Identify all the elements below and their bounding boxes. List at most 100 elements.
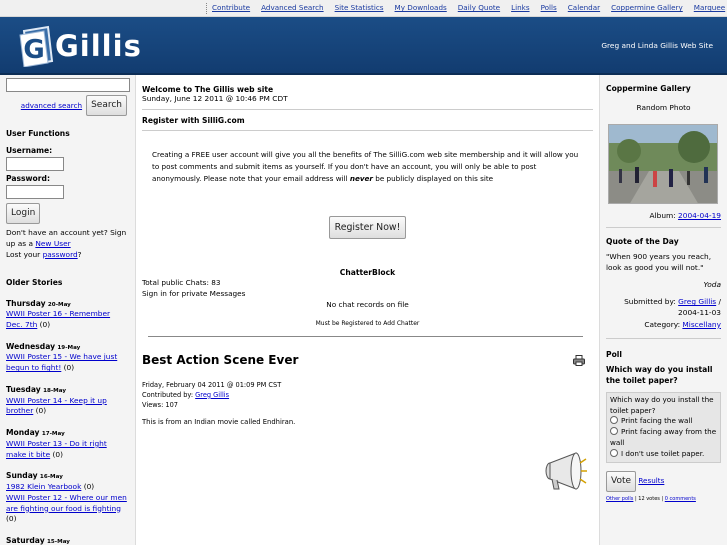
advanced-search-link[interactable]: advanced search (21, 101, 82, 111)
quote-submitted: Submitted by: Greg Gillis / 2004-11-03 (606, 296, 721, 318)
poll-votes: | 12 votes | (633, 496, 665, 503)
list-item: WWII Poster 13 - Do it right make it bit… (6, 439, 129, 460)
list-item: WWII Poster 16 - Remember Dec. 7th (0) (6, 309, 129, 330)
day-date: 17-May (41, 431, 65, 438)
story-link[interactable]: WWII Poster 15 - We have just begun to f… (6, 352, 117, 372)
comment-count: (0) (6, 514, 17, 524)
day-name: Tuesday (6, 384, 41, 394)
day-date: 20-May (47, 301, 71, 308)
nav-calendar[interactable]: Calendar (568, 3, 600, 12)
poll-comments-link[interactable]: 0 comments (665, 496, 696, 502)
vote-button[interactable]: Vote (606, 470, 637, 493)
poll-option[interactable]: Print facing away from the wall (610, 427, 717, 449)
welcome-date: Sunday, June 12 2011 @ 10:46 PM CDT (142, 94, 288, 103)
nav-daily-quote[interactable]: Daily Quote (458, 3, 500, 12)
chatterblock: ChatterBlock Total public Chats: 83 Sign… (142, 267, 593, 337)
username-label: Username: (6, 146, 53, 156)
album-link[interactable]: 2004-04-19 (678, 211, 721, 220)
day-date: 15-May (47, 539, 70, 546)
poll-footer: Other polls | 12 votes | 0 comments (606, 496, 721, 504)
older-stories-list: Thursday 20-May WWII Poster 16 - Remember… (6, 298, 129, 547)
quote-category: Category: Miscellany (606, 319, 721, 330)
poll-option[interactable]: I don't use toilet paper. (610, 448, 717, 460)
user-functions-title: User Functions (6, 129, 70, 139)
lost-password-text: Lost your (6, 249, 43, 259)
nav-my-downloads[interactable]: My Downloads (395, 3, 447, 12)
older-stories-day: Thursday 20-May WWII Poster 16 - Remember… (6, 298, 129, 331)
poll-box: Which way do you install the toilet pape… (606, 391, 721, 463)
poll-option-label: Print facing the wall (621, 416, 693, 426)
lost-password-suffix: ? (77, 249, 82, 259)
poll-option-label: Print facing away from the wall (610, 427, 717, 448)
comment-count: (0) (83, 482, 95, 492)
day-name: Sunday (6, 471, 38, 481)
top-nav-bar: Contribute Advanced Search Site Statisti… (0, 0, 727, 17)
main-content: Welcome to The Gillis web site Sunday, J… (136, 75, 599, 545)
comment-count: (0) (52, 449, 63, 459)
register-text-emphasis: never (349, 173, 373, 183)
story-date: Friday, February 04 2011 @ 01:09 PM CST (142, 380, 282, 389)
nav-separator (206, 3, 207, 14)
category-label: Category: (644, 319, 683, 329)
comment-count: (0) (35, 406, 47, 416)
chat-signin: Sign in for private Messages (142, 288, 246, 298)
comment-count: (0) (63, 363, 75, 373)
day-date: 16-May (39, 474, 63, 481)
submitted-label: Submitted by: (624, 297, 679, 307)
username-field[interactable] (6, 157, 64, 172)
day-date: 19-May (57, 344, 81, 351)
search-input[interactable] (6, 78, 130, 92)
quote-author: Yoda (703, 280, 721, 290)
search-button[interactable]: Search (86, 95, 127, 117)
nav-site-statistics[interactable]: Site Statistics (335, 3, 384, 12)
story-views: Views: 107 (142, 400, 178, 409)
nav-contribute[interactable]: Contribute (212, 3, 250, 12)
nav-coppermine-gallery[interactable]: Coppermine Gallery (611, 3, 683, 12)
older-stories-day: Wednesday 19-May WWII Poster 15 - We have… (6, 341, 129, 374)
megaphone-icon (545, 452, 587, 490)
register-now-button[interactable]: Register Now! (328, 215, 407, 239)
poll-option[interactable]: Print facing the wall (610, 416, 717, 427)
older-stories-title: Older Stories (6, 277, 63, 287)
story-link[interactable]: WWII Poster 12 - Where our men are fight… (6, 493, 127, 513)
logo-g-icon: G (19, 25, 54, 67)
results-link[interactable]: Results (638, 476, 664, 485)
radio-button[interactable] (610, 416, 618, 425)
printer-icon[interactable] (573, 354, 585, 366)
category-link[interactable]: Miscellany (682, 320, 721, 329)
story-title[interactable]: Best Action Scene Ever (142, 353, 593, 367)
register-title: Register with SilliG.com (142, 116, 245, 125)
site-tagline: Greg and Linda Gillis Web Site (601, 41, 713, 50)
contributed-label: Contributed by: (142, 390, 196, 399)
site-logo[interactable]: G Gillis (18, 25, 141, 67)
right-sidebar: Coppermine Gallery Random Photo Album: 2… (599, 75, 727, 545)
nav-polls[interactable]: Polls (541, 3, 557, 12)
divider (142, 109, 593, 110)
poll-box-question: Which way do you install the toilet pape… (610, 394, 714, 415)
divider (606, 337, 721, 339)
chatterblock-title: ChatterBlock (339, 267, 396, 277)
logo-text: Gillis (55, 29, 142, 63)
random-photo-image (609, 124, 717, 203)
login-button[interactable]: Login (6, 203, 41, 225)
register-text-end: be publicly displayed on this site (372, 173, 494, 183)
nav-marquee[interactable]: Marquee (694, 3, 725, 12)
new-user-link[interactable]: New User (35, 239, 70, 248)
nav-links[interactable]: Links (511, 3, 529, 12)
nav-advanced-search[interactable]: Advanced Search (261, 3, 323, 12)
submitter-link[interactable]: Greg Gillis (678, 297, 716, 306)
password-field[interactable] (6, 185, 64, 200)
story-link[interactable]: 1982 Klein Yearbook (6, 482, 81, 491)
story-link[interactable]: WWII Poster 16 - Remember Dec. 7th (6, 309, 110, 329)
password-link[interactable]: password (43, 250, 78, 259)
story-link[interactable]: WWII Poster 14 - Keep it up brother (6, 396, 107, 416)
author-link[interactable]: Greg Gillis (195, 391, 229, 399)
radio-button[interactable] (610, 427, 618, 436)
list-item: WWII Poster 15 - We have just begun to f… (6, 352, 129, 373)
radio-button[interactable] (610, 448, 618, 457)
other-polls-link[interactable]: Other polls (606, 496, 633, 502)
chat-none: No chat records on file (326, 299, 409, 309)
list-item: WWII Poster 12 - Where our men are fight… (6, 493, 129, 525)
chat-must-register: Must be Registered to Add Chatter (315, 319, 420, 327)
random-photo[interactable] (608, 123, 718, 204)
